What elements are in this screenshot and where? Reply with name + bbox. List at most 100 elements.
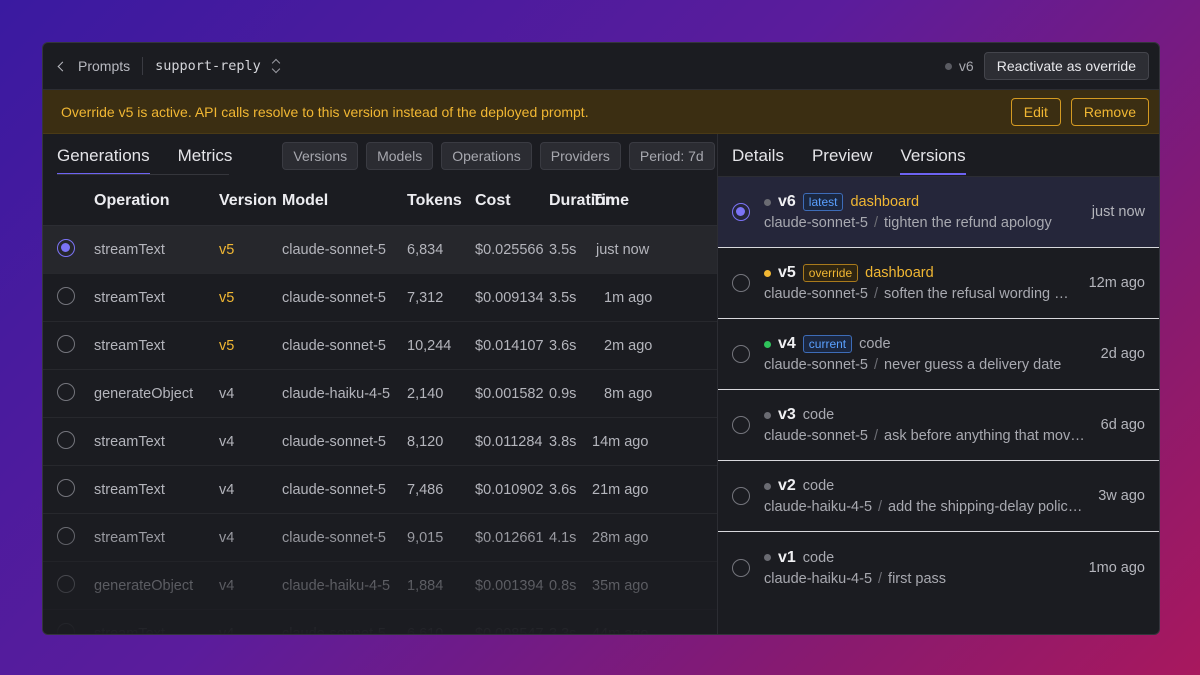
filter-models[interactable]: Models bbox=[366, 141, 434, 170]
latest-badge: latest bbox=[802, 193, 844, 211]
cell-cost: $0.012661 bbox=[475, 529, 544, 546]
cell-model: claude-sonnet-5 bbox=[282, 241, 386, 258]
filter-bar: Versions Models Operations Providers Per… bbox=[282, 141, 715, 170]
table-row[interactable]: streamText v4 claude-sonnet-5 7,486 $0.0… bbox=[43, 466, 717, 514]
version-indicator-label: v6 bbox=[958, 58, 974, 74]
column-model[interactable]: Model bbox=[282, 192, 407, 210]
row-radio[interactable] bbox=[57, 382, 75, 401]
cell-tokens: 6,610 bbox=[407, 625, 444, 635]
table-row[interactable]: generateObject v4 claude-haiku-4-5 1,884… bbox=[43, 562, 717, 610]
tab-metrics[interactable]: Metrics bbox=[178, 138, 233, 173]
cell-time: 1m ago bbox=[604, 289, 653, 306]
version-radio[interactable] bbox=[732, 487, 750, 505]
override-badge: override bbox=[802, 264, 859, 282]
cell-duration: 4.1s bbox=[549, 529, 577, 546]
cell-version: v4 bbox=[219, 577, 235, 594]
column-version[interactable]: Version bbox=[219, 192, 282, 210]
column-duration[interactable]: Duration bbox=[549, 192, 615, 210]
version-note: tighten the refund apology bbox=[884, 215, 1052, 231]
row-radio[interactable] bbox=[57, 334, 75, 353]
cell-duration: 3.5s bbox=[549, 289, 577, 306]
status-dot-icon bbox=[764, 269, 771, 277]
version-name: v2 bbox=[778, 477, 796, 494]
tab-details[interactable]: Details bbox=[732, 138, 784, 173]
chevron-up-down-icon[interactable] bbox=[271, 59, 281, 73]
table-row[interactable]: streamText v4 claude-sonnet-5 6,610 $0.0… bbox=[43, 610, 717, 635]
reactivate-override-button[interactable]: Reactivate as override bbox=[983, 52, 1149, 80]
filter-operations[interactable]: Operations bbox=[441, 141, 532, 170]
filter-versions[interactable]: Versions bbox=[282, 141, 359, 170]
cell-operation: streamText bbox=[94, 433, 165, 450]
version-radio[interactable] bbox=[732, 416, 750, 434]
column-operation[interactable]: Operation bbox=[94, 192, 219, 210]
banner-text: Override v5 is active. API calls resolve… bbox=[61, 103, 589, 120]
row-radio[interactable] bbox=[57, 286, 75, 305]
row-radio[interactable] bbox=[57, 430, 75, 449]
row-radio[interactable] bbox=[57, 238, 75, 257]
cell-duration: 0.8s bbox=[549, 577, 577, 594]
cell-time: 2m ago bbox=[604, 337, 653, 354]
cell-tokens: 9,015 bbox=[407, 529, 444, 546]
row-radio[interactable] bbox=[57, 622, 75, 634]
version-item-v6[interactable]: v6 latest dashboard claude-sonnet-5/tigh… bbox=[718, 177, 1159, 248]
column-time[interactable]: Time bbox=[592, 192, 692, 210]
cell-tokens: 1,884 bbox=[407, 577, 444, 594]
cell-cost: $0.009134 bbox=[475, 289, 544, 306]
filter-period[interactable]: Period: 7d bbox=[628, 141, 715, 170]
version-time: 6d ago bbox=[1100, 417, 1145, 433]
status-dot-icon bbox=[764, 198, 771, 206]
table-row[interactable]: generateObject v4 claude-haiku-4-5 2,140… bbox=[43, 370, 717, 418]
back-link[interactable]: Prompts bbox=[57, 58, 130, 74]
cell-duration: 3.6s bbox=[549, 337, 577, 354]
cell-cost: $0.014107 bbox=[475, 337, 544, 354]
cell-model: claude-sonnet-5 bbox=[282, 625, 386, 635]
table-row[interactable]: streamText v5 claude-sonnet-5 10,244 $0.… bbox=[43, 322, 717, 370]
cell-model: claude-sonnet-5 bbox=[282, 481, 386, 498]
filter-providers[interactable]: Providers bbox=[539, 141, 621, 170]
column-cost[interactable]: Cost bbox=[475, 192, 549, 210]
table-row[interactable]: streamText v4 claude-sonnet-5 9,015 $0.0… bbox=[43, 514, 717, 562]
prompt-name[interactable]: support-reply bbox=[155, 58, 261, 74]
version-note: never guess a delivery date bbox=[884, 357, 1062, 373]
row-radio[interactable] bbox=[57, 526, 75, 545]
version-item-v5[interactable]: v5 override dashboard claude-sonnet-5/so… bbox=[718, 248, 1159, 319]
details-pane: Details Preview Versions v6 latest dashb… bbox=[718, 134, 1159, 634]
tab-preview[interactable]: Preview bbox=[812, 138, 872, 173]
version-radio[interactable] bbox=[732, 203, 750, 221]
cell-operation: streamText bbox=[94, 481, 165, 498]
version-radio[interactable] bbox=[732, 345, 750, 363]
cell-operation: streamText bbox=[94, 337, 165, 354]
table-row[interactable]: streamText v5 claude-sonnet-5 7,312 $0.0… bbox=[43, 274, 717, 322]
tab-versions[interactable]: Versions bbox=[900, 138, 966, 175]
cell-cost: $0.001582 bbox=[475, 385, 544, 402]
version-radio[interactable] bbox=[732, 558, 750, 577]
table-row[interactable]: streamText v5 claude-sonnet-5 6,834 $0.0… bbox=[43, 226, 717, 274]
cell-time: 8m ago bbox=[604, 385, 653, 402]
version-item-v2[interactable]: v2 code claude-haiku-4-5/add the shippin… bbox=[718, 461, 1159, 532]
version-item-v4[interactable]: v4 current code claude-sonnet-5/never gu… bbox=[718, 319, 1159, 390]
version-name: v5 bbox=[778, 264, 796, 281]
cell-operation: streamText bbox=[94, 241, 165, 258]
table-row[interactable]: streamText v4 claude-sonnet-5 8,120 $0.0… bbox=[43, 418, 717, 466]
version-note: add the shipping-delay policy section bbox=[888, 499, 1087, 515]
version-model: claude-sonnet-5 bbox=[764, 428, 868, 444]
cell-cost: $0.025566 bbox=[475, 241, 544, 258]
row-radio[interactable] bbox=[57, 574, 75, 593]
version-item-v3[interactable]: v3 code claude-sonnet-5/ask before anyth… bbox=[718, 390, 1159, 461]
cell-tokens: 7,312 bbox=[407, 289, 444, 306]
edit-override-button[interactable]: Edit bbox=[1010, 97, 1061, 126]
remove-override-button[interactable]: Remove bbox=[1070, 97, 1149, 126]
version-name: v3 bbox=[778, 406, 796, 423]
cell-model: claude-sonnet-5 bbox=[282, 433, 386, 450]
row-radio[interactable] bbox=[57, 478, 75, 497]
version-radio[interactable] bbox=[732, 274, 750, 292]
tab-generations[interactable]: Generations bbox=[57, 138, 150, 175]
cell-tokens: 6,834 bbox=[407, 241, 444, 258]
column-tokens[interactable]: Tokens bbox=[407, 192, 475, 210]
cell-duration: 3.3s bbox=[549, 625, 577, 635]
version-item-v1[interactable]: v1 code claude-haiku-4-5/first pass 1mo … bbox=[718, 532, 1159, 603]
cell-tokens: 7,486 bbox=[407, 481, 444, 498]
cell-time: 28m ago bbox=[592, 529, 649, 546]
cell-version: v5 bbox=[219, 289, 235, 306]
version-name: v6 bbox=[778, 193, 796, 210]
